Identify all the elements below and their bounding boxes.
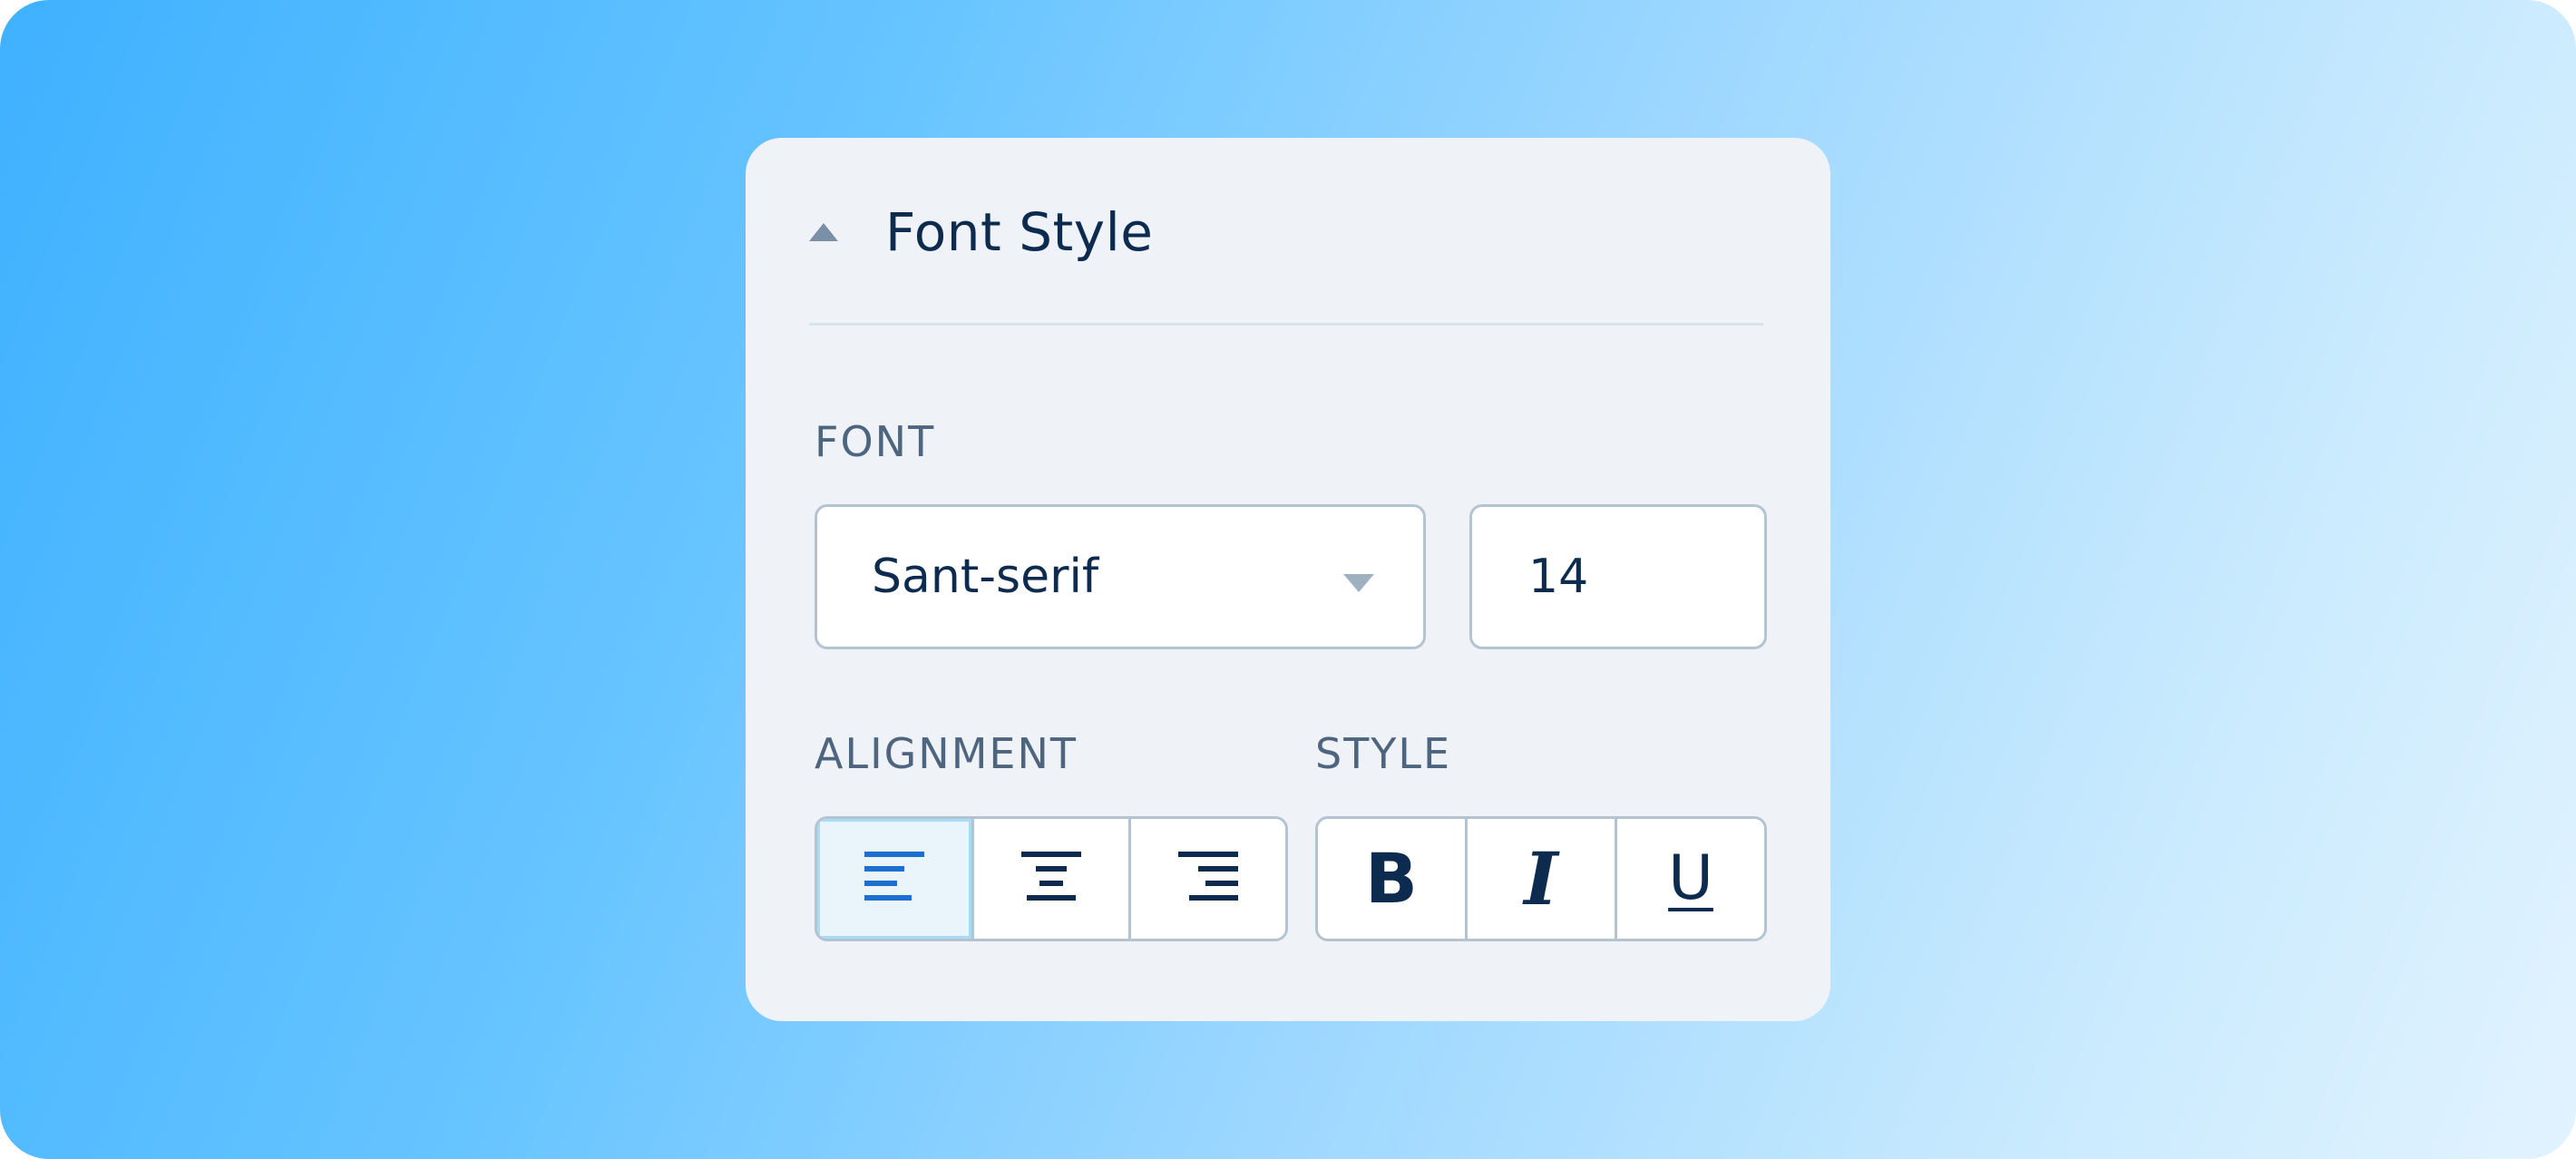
font-size-input[interactable]: 14 [1469, 504, 1767, 649]
style-button-group: B I U [1315, 816, 1767, 941]
alignment-button-group [815, 816, 1288, 941]
align-right-icon [1178, 852, 1238, 906]
font-size-value: 14 [1528, 550, 1589, 604]
background: Font Style FONT Sant-serif 14 ALIGNMENT … [0, 0, 2576, 1159]
style-label: STYLE [1315, 729, 1452, 778]
font-family-value: Sant-serif [872, 550, 1099, 604]
font-label: FONT [815, 417, 936, 466]
header-divider [809, 323, 1763, 326]
align-center-button[interactable] [974, 819, 1131, 939]
font-family-dropdown[interactable]: Sant-serif [815, 504, 1426, 649]
caret-down-icon [1343, 550, 1374, 604]
bold-icon: B [1365, 838, 1418, 919]
panel-header[interactable]: Font Style [809, 192, 1763, 272]
panel-title: Font Style [885, 201, 1154, 263]
underline-icon: U [1668, 842, 1713, 914]
caret-up-icon[interactable] [809, 222, 838, 242]
italic-button[interactable]: I [1468, 819, 1617, 939]
font-style-panel: Font Style FONT Sant-serif 14 ALIGNMENT … [746, 138, 1830, 1021]
align-center-icon [1021, 852, 1081, 906]
align-right-button[interactable] [1131, 819, 1285, 939]
align-left-button[interactable] [817, 819, 974, 939]
bold-button[interactable]: B [1318, 819, 1468, 939]
underline-button[interactable]: U [1617, 819, 1764, 939]
align-left-icon [864, 852, 924, 906]
italic-icon: I [1524, 836, 1558, 921]
alignment-label: ALIGNMENT [815, 729, 1078, 778]
